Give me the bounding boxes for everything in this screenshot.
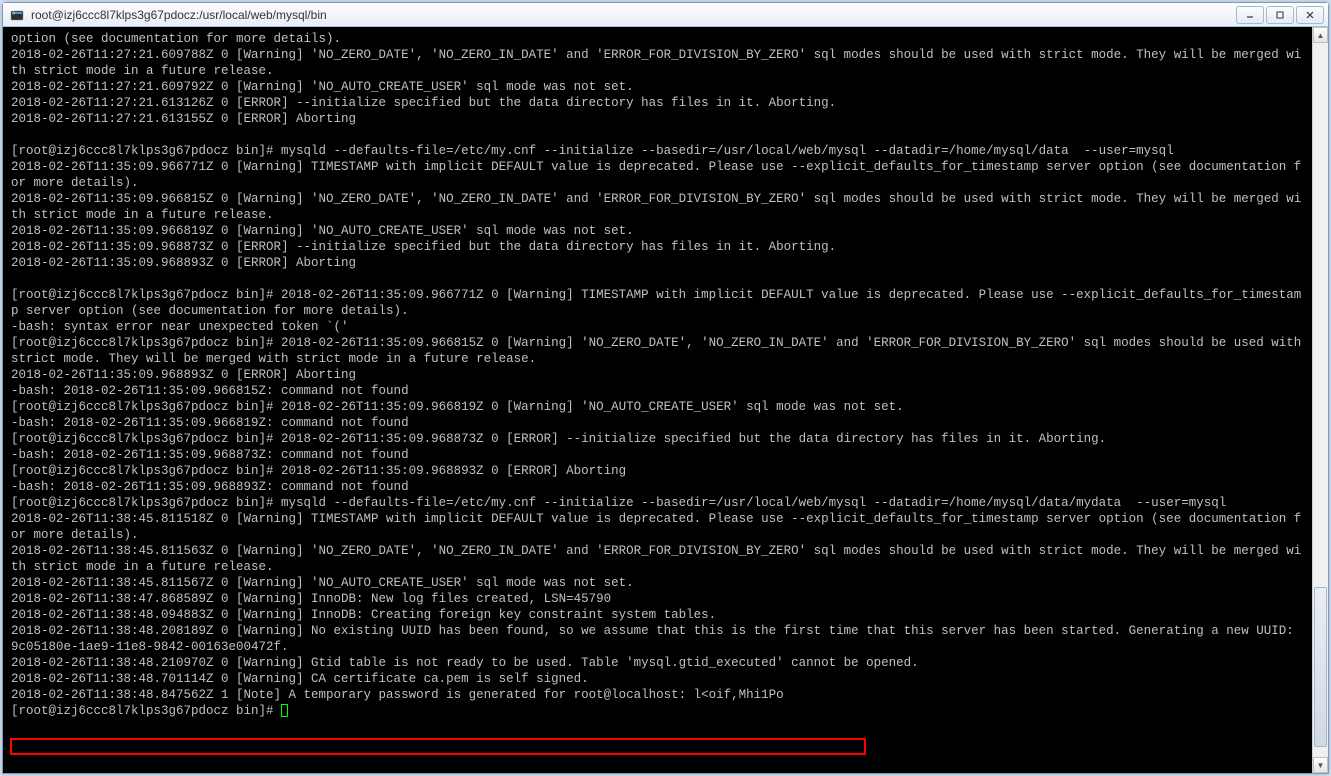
scroll-up-button[interactable]: ▲	[1313, 27, 1328, 43]
close-button[interactable]	[1296, 6, 1324, 24]
terminal-window: root@izj6ccc8l7klps3g67pdocz:/usr/local/…	[2, 2, 1329, 774]
window-title: root@izj6ccc8l7klps3g67pdocz:/usr/local/…	[31, 8, 1236, 22]
terminal-output[interactable]: option (see documentation for more detai…	[3, 27, 1312, 773]
scroll-thumb[interactable]	[1314, 587, 1327, 747]
terminal-area: option (see documentation for more detai…	[3, 27, 1328, 773]
window-controls	[1236, 6, 1324, 24]
terminal-cursor	[281, 704, 288, 717]
app-icon	[9, 7, 25, 23]
scrollbar[interactable]: ▲ ▼	[1312, 27, 1328, 773]
scroll-down-button[interactable]: ▼	[1313, 757, 1328, 773]
minimize-button[interactable]	[1236, 6, 1264, 24]
maximize-button[interactable]	[1266, 6, 1294, 24]
titlebar[interactable]: root@izj6ccc8l7klps3g67pdocz:/usr/local/…	[3, 3, 1328, 27]
